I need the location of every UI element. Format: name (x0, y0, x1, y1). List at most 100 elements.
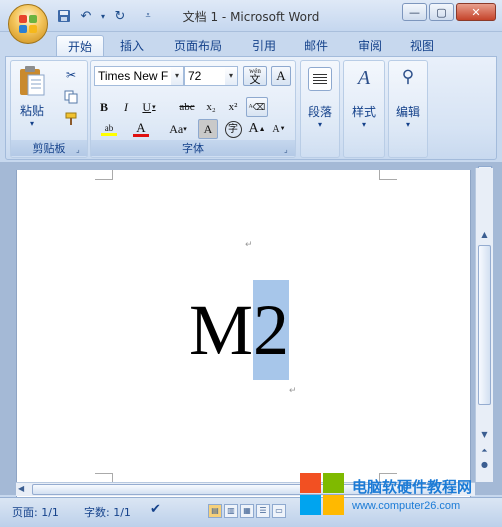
enclose-characters-button[interactable]: 字 (222, 119, 244, 139)
copy-icon[interactable] (61, 87, 81, 107)
editing-label: 编辑 (395, 105, 420, 119)
editing-group: ⚲ 编辑 ▾ (388, 60, 428, 158)
full-screen-view-icon[interactable]: ▥ (224, 504, 238, 518)
bold-button[interactable]: B (94, 97, 114, 117)
close-button[interactable]: ✕ (456, 3, 496, 21)
vertical-scroll-thumb[interactable] (478, 245, 491, 405)
tab-view[interactable]: 视图 (402, 35, 442, 56)
styles-icon: A (357, 67, 371, 89)
window-controls: — ▢ ✕ (402, 3, 496, 21)
office-logo-icon (19, 15, 37, 33)
margin-corner-top-right (379, 170, 397, 180)
ribbon-tabs: 开始 插入 页面布局 引用 邮件 审阅 视图 (0, 32, 502, 56)
scroll-down-icon[interactable]: ▼ (478, 428, 491, 442)
outline-view-icon[interactable]: ☰ (256, 504, 270, 518)
paragraph-mark: ↵ (245, 240, 253, 250)
font-name-value: Times New F (98, 69, 169, 83)
paste-dropdown-icon: ▾ (29, 119, 34, 128)
chevron-down-icon: ▾ (317, 120, 322, 129)
format-painter-icon[interactable] (61, 109, 81, 129)
font-group: Times New F ▾ 72 ▾ wén 文 A B I U ▾ abc x₂… (90, 60, 296, 158)
scroll-left-icon[interactable]: ◀ (18, 484, 24, 493)
font-color-bar (133, 134, 149, 137)
grow-font-label: A (248, 121, 259, 136)
maximize-button[interactable]: ▢ (429, 3, 454, 21)
watermark-url: www.computer26.com (352, 500, 461, 512)
font-group-label: 字体 (91, 140, 295, 156)
font-name-dropdown[interactable]: Times New F ▾ (94, 66, 184, 86)
character-border-button[interactable]: A (271, 66, 291, 86)
paragraph-group: 段落 ▾ (300, 60, 340, 158)
tab-review[interactable]: 审阅 (350, 35, 390, 56)
chevron-down-icon: ▾ (171, 67, 183, 85)
font-launcher-icon[interactable]: ⌟ (284, 145, 293, 154)
underline-button[interactable]: U ▾ (138, 97, 160, 117)
scroll-up-icon[interactable]: ▲ (478, 228, 491, 242)
ribbon: 粘贴 ▾ ✂ 剪贴板 ⌟ Times New F ▾ 72 ▾ wén 文 A … (5, 56, 497, 160)
font-size-value: 72 (188, 69, 202, 83)
styles-label: 样式 (351, 105, 376, 119)
clear-formatting-button[interactable]: ᴬ⌫ (246, 97, 268, 117)
subscript-button[interactable]: x₂ (201, 97, 221, 117)
selected-text[interactable]: 2 (253, 280, 290, 380)
character-border-label: A (276, 68, 286, 83)
superscript-button[interactable]: x² (223, 97, 243, 117)
phonetic-wen-char: 文 (249, 74, 261, 86)
character-shading-button[interactable]: A (198, 119, 218, 139)
office-button[interactable] (8, 4, 48, 44)
tab-page-layout[interactable]: 页面布局 (166, 35, 230, 56)
shrink-font-button[interactable]: A ▼ (269, 119, 289, 139)
title-bar: ↶ ▾ ↻ ⩡ 文档 1 - Microsoft Word — ▢ ✕ (0, 0, 502, 32)
minimize-button[interactable]: — (402, 3, 427, 21)
tab-references[interactable]: 引用 (244, 35, 284, 56)
clipboard-group: 粘贴 ▾ ✂ 剪贴板 ⌟ (10, 60, 88, 158)
font-color-button[interactable]: A (127, 119, 155, 139)
word-count[interactable]: 字数: 1/1 (84, 504, 131, 520)
clipboard-icon (20, 66, 45, 96)
document-page[interactable]: ↵ M2 ↵ (16, 170, 471, 500)
web-layout-view-icon[interactable]: ▦ (240, 504, 254, 518)
paragraph-button[interactable]: 段落 ▾ (301, 67, 339, 137)
strikethrough-button[interactable]: abc (175, 97, 199, 117)
italic-button[interactable]: I (116, 97, 136, 117)
chevron-down-icon: ▾ (405, 120, 410, 129)
paragraph-label: 段落 (307, 105, 332, 119)
highlight-color-bar (101, 132, 117, 136)
paragraph-mark-end: ↵ (289, 385, 297, 395)
page-count[interactable]: 页面: 1/1 (12, 504, 59, 520)
print-layout-view-icon[interactable]: ▤ (208, 504, 222, 518)
highlight-button[interactable]: ab (94, 119, 124, 139)
change-case-button[interactable]: Aa ▾ (163, 119, 193, 139)
chevron-down-icon: ▾ (225, 67, 237, 85)
watermark-title: 电脑软硬件教程网 (352, 478, 473, 496)
clipboard-launcher-icon[interactable]: ⌟ (76, 145, 85, 154)
document-text[interactable]: M2 ↵ (189, 280, 297, 395)
tab-insert[interactable]: 插入 (112, 35, 152, 56)
underline-label: U (142, 99, 152, 114)
document-area: ↵ M2 ↵ (0, 162, 502, 500)
tab-home[interactable]: 开始 (56, 35, 104, 56)
previous-page-icon[interactable]: ⏶ (478, 444, 491, 458)
font-size-dropdown[interactable]: 72 ▾ (184, 66, 238, 86)
proofing-icon[interactable]: ✔ (150, 502, 161, 517)
draft-view-icon[interactable]: ▭ (272, 504, 286, 518)
paste-button[interactable]: 粘贴 ▾ (15, 65, 49, 137)
windows-logo-icon (300, 473, 346, 519)
binoculars-icon: ⚲ (401, 67, 415, 87)
vertical-scrollbar[interactable]: ▲ ▼ ⏶ ● (475, 168, 493, 482)
tab-mailings[interactable]: 邮件 (296, 35, 336, 56)
chevron-down-icon: ▾ (361, 120, 366, 129)
grow-font-button[interactable]: A ▲ (247, 119, 267, 139)
cut-icon[interactable]: ✂ (61, 65, 81, 85)
paragraph-icon (308, 67, 332, 91)
margin-corner-top-left (95, 170, 113, 180)
styles-group: A 样式 ▾ (343, 60, 385, 158)
editing-button[interactable]: ⚲ 编辑 ▾ (389, 67, 427, 137)
styles-button[interactable]: A 样式 ▾ (344, 67, 384, 137)
clear-formatting-icon: ᴬ⌫ (248, 101, 266, 112)
enclose-characters-label: 字 (224, 120, 242, 138)
font-color-label: A (136, 120, 146, 135)
highlight-label: ab (104, 122, 114, 133)
phonetic-guide-button[interactable]: wén 文 (243, 66, 267, 86)
shrink-font-label: A (272, 123, 280, 135)
